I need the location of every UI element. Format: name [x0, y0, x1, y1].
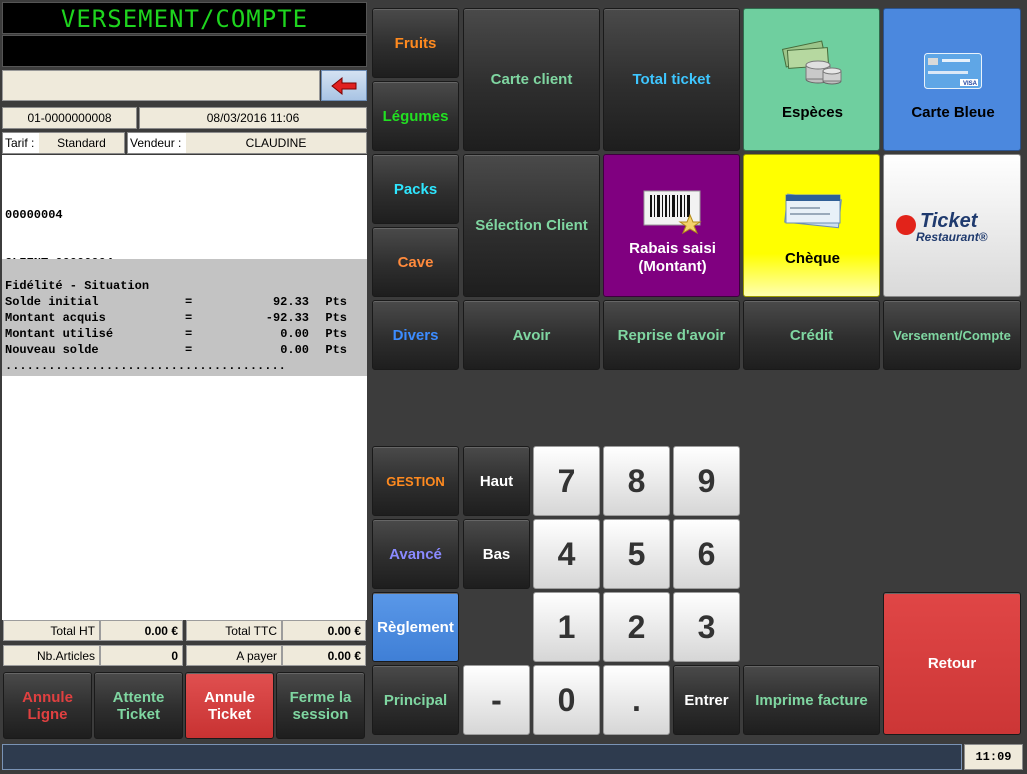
ticket-datetime: 08/03/2016 11:06	[139, 107, 367, 129]
vendeur-label: Vendeur :	[128, 133, 186, 153]
key-5[interactable]: 5	[603, 519, 670, 589]
cash-icon	[781, 40, 842, 85]
loyalty-title: Fidélité - Situation	[5, 279, 150, 293]
rabais-label: Rabais saisi (Montant)	[629, 240, 716, 275]
total-ht-value: 0.00 €	[100, 620, 183, 641]
key-6[interactable]: 6	[673, 519, 740, 589]
total-ticket-button[interactable]: Total ticket	[603, 8, 740, 151]
ticket-number: 01-0000000008	[2, 107, 137, 129]
a-payer-value: 0.00 €	[282, 645, 366, 666]
ticket-restaurant-button[interactable]: Ticket Restaurant®	[883, 154, 1021, 297]
clock: 11:09	[964, 744, 1023, 770]
total-ttc-label: Total TTC	[186, 620, 282, 641]
imprime-facture-button[interactable]: Imprime facture	[743, 665, 880, 735]
arrow-left-icon	[331, 76, 357, 95]
attente-ticket-button[interactable]: Attente Ticket	[94, 672, 183, 739]
carte-bleue-label: Carte Bleue	[911, 104, 995, 121]
secondary-display	[2, 35, 367, 67]
category-fruits[interactable]: Fruits	[372, 8, 459, 78]
cheque-label: Chèque	[784, 250, 840, 267]
especes-label: Espèces	[782, 104, 843, 121]
nb-articles-label: Nb.Articles	[3, 645, 100, 666]
key-minus[interactable]: -	[463, 665, 530, 735]
a-payer-label: A payer	[186, 645, 282, 666]
entry-input[interactable]	[2, 70, 320, 101]
ticket-restaurant-logo: Ticket Restaurant®	[896, 210, 988, 244]
cheque-button[interactable]: Chèque	[743, 154, 880, 297]
svg-text:VISA: VISA	[963, 81, 978, 87]
reglement-button[interactable]: Règlement	[372, 592, 459, 662]
loyalty-row: Montant acquis = -92.33 Pts	[5, 311, 347, 325]
barcode-discount-icon	[643, 190, 702, 235]
bas-button[interactable]: Bas	[463, 519, 530, 589]
avoir-button[interactable]: Avoir	[463, 300, 600, 370]
title-display: VERSEMENT/COMPTE	[2, 2, 367, 34]
key-2[interactable]: 2	[603, 592, 670, 662]
key-8[interactable]: 8	[603, 446, 670, 516]
cheque-icon	[784, 193, 842, 229]
total-ht-label: Total HT	[3, 620, 100, 641]
annule-ticket-button[interactable]: Annule Ticket	[185, 672, 274, 739]
rabais-button[interactable]: Rabais saisi (Montant)	[603, 154, 740, 297]
key-1[interactable]: 1	[533, 592, 600, 662]
receipt-dots: .......................................	[5, 359, 286, 373]
loyalty-row: Solde initial = 92.33 Pts	[5, 295, 347, 309]
category-divers[interactable]: Divers	[372, 300, 459, 370]
credit-button[interactable]: Crédit	[743, 300, 880, 370]
annule-ligne-button[interactable]: Annule Ligne	[3, 672, 92, 739]
tarif-label: Tarif :	[3, 133, 39, 153]
especes-button[interactable]: Espèces	[743, 8, 880, 151]
key-4[interactable]: 4	[533, 519, 600, 589]
principal-button[interactable]: Principal	[372, 665, 459, 735]
svg-text:Ticket: Ticket	[920, 210, 979, 232]
loyalty-row: Montant utilisé = 0.00 Pts	[5, 327, 347, 341]
vendeur-value: CLAUDINE	[186, 133, 366, 153]
tarif-value: Standard	[39, 133, 124, 153]
ferme-session-button[interactable]: Ferme la session	[276, 672, 365, 739]
key-3[interactable]: 3	[673, 592, 740, 662]
retour-button[interactable]: Retour	[883, 592, 1021, 735]
versement-compte-button[interactable]: Versement/Compte	[883, 300, 1021, 370]
avance-button[interactable]: Avancé	[372, 519, 459, 589]
key-0[interactable]: 0	[533, 665, 600, 735]
carte-client-button[interactable]: Carte client	[463, 8, 600, 151]
selection-client-button[interactable]: Sélection Client	[463, 154, 600, 297]
category-legumes[interactable]: Légumes	[372, 81, 459, 151]
entrer-button[interactable]: Entrer	[673, 665, 740, 735]
nb-articles-value: 0	[100, 645, 183, 666]
receipt-line: 00000004	[5, 208, 63, 222]
haut-button[interactable]: Haut	[463, 446, 530, 516]
gestion-button[interactable]: GESTION	[372, 446, 459, 516]
total-ttc-value: 0.00 €	[282, 620, 366, 641]
key-dot[interactable]: .	[603, 665, 670, 735]
key-7[interactable]: 7	[533, 446, 600, 516]
status-bar	[2, 744, 962, 770]
loyalty-section: Fidélité - Situation Solde initial = 92.33…	[2, 259, 367, 376]
carte-bleue-button[interactable]: VISA Carte Bleue	[883, 8, 1021, 151]
category-packs[interactable]: Packs	[372, 154, 459, 224]
backspace-button[interactable]	[321, 70, 367, 101]
key-9[interactable]: 9	[673, 446, 740, 516]
loyalty-row: Nouveau solde = 0.00 Pts	[5, 343, 347, 357]
svg-text:Restaurant®: Restaurant®	[916, 230, 988, 244]
receipt-area: 00000004 CLIENT 00000004 Fidélité - Situ…	[2, 155, 367, 620]
credit-card-icon: VISA	[924, 53, 982, 89]
category-cave[interactable]: Cave	[372, 227, 459, 297]
reprise-avoir-button[interactable]: Reprise d'avoir	[603, 300, 740, 370]
